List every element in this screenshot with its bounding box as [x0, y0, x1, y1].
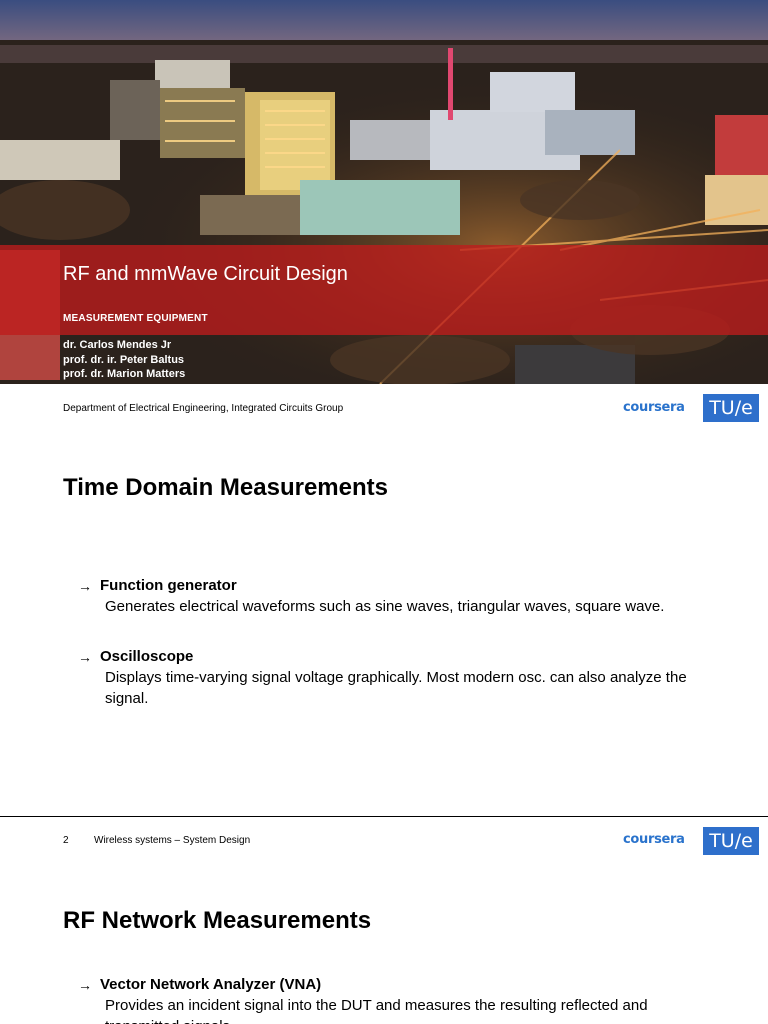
slide-footer: 2 Wireless systems – System Design cours…: [0, 826, 768, 860]
author-name: prof. dr. ir. Peter Baltus: [63, 353, 185, 366]
slide-divider: [0, 816, 768, 817]
slide-title: RF Network Measurements: [63, 907, 372, 934]
bullet-heading: Vector Network Analyzer (VNA): [100, 976, 322, 993]
bullet-item: → Vector Network Analyzer (VNA) Provides…: [78, 976, 698, 1024]
tue-logo: TU/e: [703, 394, 759, 422]
arrow-right-icon: →: [78, 577, 92, 594]
title-slide-photo: RF and mmWave Circuit Design MEASUREMENT…: [0, 0, 768, 384]
course-title: RF and mmWave Circuit Design: [63, 263, 348, 285]
coursera-logo: coursera: [623, 400, 685, 415]
bullet-heading: Oscilloscope: [100, 648, 194, 665]
bullet-description: Provides an incident signal into the DUT…: [105, 997, 648, 1024]
footer-course-label: Wireless systems – System Design: [94, 835, 251, 846]
slide-title: Time Domain Measurements: [63, 474, 388, 501]
author-name: dr. Carlos Mendes Jr: [63, 339, 172, 351]
bullet-item: → Function generator Generates electrica…: [78, 577, 698, 618]
author-list: dr. Carlos Mendes Jr prof. dr. ir. Peter…: [63, 338, 185, 382]
coursera-logo: coursera: [623, 832, 685, 847]
course-subtitle: MEASUREMENT EQUIPMENT: [63, 313, 208, 324]
author-name: prof. dr. Marion Matters: [63, 368, 186, 380]
department-label: Department of Electrical Engineering, In…: [63, 403, 344, 414]
bullet-item: → Oscilloscope Displays time-varying sig…: [78, 648, 698, 709]
bullet-description: Generates electrical waveforms such as s…: [105, 598, 665, 615]
arrow-right-icon: →: [78, 976, 92, 993]
bullet-heading: Function generator: [100, 577, 237, 594]
bullet-description: Displays time-varying signal voltage gra…: [105, 669, 687, 707]
arrow-right-icon: →: [78, 648, 92, 665]
title-slide-footer: Department of Electrical Engineering, In…: [0, 392, 768, 426]
tue-logo: TU/e: [703, 827, 759, 855]
page-number: 2: [63, 835, 69, 846]
